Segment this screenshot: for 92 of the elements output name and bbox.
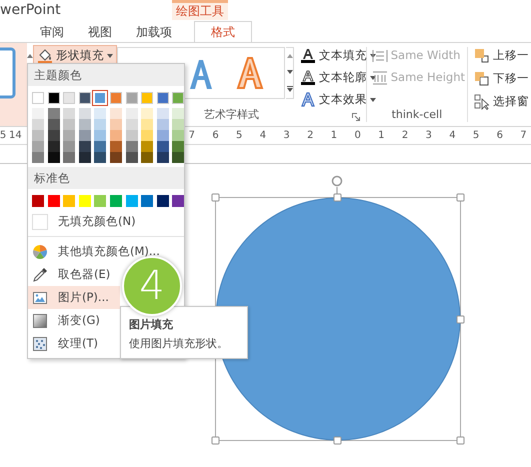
ruler-number: 3 <box>424 129 433 143</box>
dropdown-arrow-icon <box>370 76 376 80</box>
scroll-up-icon[interactable] <box>27 53 33 58</box>
ruler-number: 1 <box>330 129 338 143</box>
color-swatch[interactable] <box>156 195 169 207</box>
resize-handle[interactable] <box>456 436 464 444</box>
shade-swatch-column[interactable] <box>63 108 76 163</box>
dialog-launcher-icon[interactable] <box>352 113 360 121</box>
menu-item[interactable]: 渐变(G) <box>28 309 120 332</box>
group-label: think-cell <box>390 106 444 122</box>
ruler-number: 2 <box>400 129 410 143</box>
menu-section-header: 标准色 <box>28 167 184 189</box>
ribbon-tab[interactable]: 审阅 <box>28 21 76 42</box>
picture-icon <box>32 290 48 306</box>
text-command-button[interactable]: 文本填充 <box>298 46 378 65</box>
arrange-command-button[interactable]: 下移一 <box>472 69 531 88</box>
eyedropper-icon <box>32 266 48 282</box>
ruler-number: 4 <box>258 129 268 143</box>
texture-icon <box>32 336 48 352</box>
shade-swatch-column[interactable] <box>32 108 44 163</box>
menu-section-header: 主题颜色 <box>28 64 184 86</box>
text-outline-icon <box>300 70 316 86</box>
resize-handle[interactable] <box>212 436 220 444</box>
tooltip-text: 使用图片填充形状。 <box>129 337 229 351</box>
selected-circle-shape[interactable] <box>215 197 461 441</box>
menu-item[interactable]: 图片(P)... <box>28 286 120 309</box>
empty-square-icon <box>32 214 48 230</box>
dropdown-arrow-icon <box>107 54 113 58</box>
same-height-icon <box>372 70 388 84</box>
no-fill-menu-item[interactable]: 无填充颜色(N) <box>28 210 140 233</box>
ruler-number: 5 <box>472 129 480 143</box>
ruler-number: 3 <box>282 129 291 143</box>
color-swatch[interactable] <box>172 195 184 207</box>
resize-handle[interactable] <box>456 194 464 202</box>
shade-swatch-column[interactable] <box>141 108 154 163</box>
text-command-button[interactable]: 文本轮廓 <box>298 68 378 87</box>
ruler-number: 6 <box>496 129 504 143</box>
shade-swatch-column[interactable] <box>94 108 106 163</box>
color-swatch[interactable] <box>126 195 138 207</box>
ruler-number: 5 <box>235 129 244 143</box>
text-fill-icon <box>300 48 316 64</box>
shape-style-thumbnail[interactable] <box>0 43 27 126</box>
color-swatch[interactable] <box>48 195 60 207</box>
window-title: werPoint <box>0 2 61 18</box>
shade-swatch-column[interactable] <box>78 108 91 163</box>
ruler-number: 0 <box>353 129 362 143</box>
wordart-outline-icon[interactable] <box>236 56 264 90</box>
ruler-number: 7 <box>188 129 196 143</box>
menu-item[interactable]: 纹理(T) <box>28 332 120 355</box>
tooltip-title: 图片填充 <box>129 318 174 332</box>
color-swatch[interactable] <box>94 195 106 207</box>
same-width-icon <box>372 48 388 62</box>
color-swatch[interactable] <box>141 195 154 207</box>
resize-handle[interactable] <box>456 316 464 324</box>
arrange-command-button[interactable]: 上移一 <box>472 46 531 65</box>
ribbon-tab[interactable]: 加载项 <box>124 21 184 42</box>
resize-handle[interactable] <box>334 194 342 202</box>
wordart-style-icon[interactable] <box>188 58 214 90</box>
shade-swatch-column[interactable] <box>110 108 122 163</box>
menu-item[interactable]: 取色器(E) <box>28 263 120 286</box>
arrange-forward-icon <box>474 48 490 64</box>
color-swatch[interactable] <box>110 195 122 207</box>
ruler-number: 2 <box>306 129 314 143</box>
gradient-icon <box>32 312 48 328</box>
shade-swatch-column[interactable] <box>156 108 169 163</box>
ruler-number: 5 <box>0 129 8 143</box>
ruler-number: 14 <box>9 129 21 143</box>
shade-swatch-column[interactable] <box>126 108 138 163</box>
arrange-backward-icon <box>474 70 490 86</box>
ruler-number: 6 <box>211 129 220 143</box>
text-effect-icon <box>300 92 316 108</box>
scroll-down-icon[interactable] <box>286 70 292 74</box>
resize-handle[interactable] <box>334 436 342 444</box>
ribbon-tab[interactable]: 视图 <box>76 21 124 42</box>
ruler-number: 4 <box>448 129 457 143</box>
context-tab-label: 绘图工具 <box>172 0 228 20</box>
arrange-pane-icon <box>474 94 490 110</box>
shade-swatch-column[interactable] <box>48 108 60 163</box>
group-label: 艺术字样式 <box>202 106 260 122</box>
arrange-command-button[interactable]: 选择窗 <box>472 92 531 111</box>
scroll-up-icon[interactable] <box>286 54 292 58</box>
more-icon[interactable] <box>286 86 292 92</box>
ribbon-tab[interactable]: 格式 <box>194 21 252 42</box>
dropdown-arrow-icon <box>370 98 376 102</box>
color-wheel-icon <box>32 244 48 260</box>
ruler-number: 1 <box>377 129 386 143</box>
text-command-button[interactable]: 文本效果 <box>298 90 378 109</box>
color-swatch[interactable] <box>32 195 44 207</box>
dropdown-arrow-icon <box>370 54 376 58</box>
shade-swatch-column[interactable] <box>172 108 184 163</box>
ruler-number: 7 <box>519 129 528 143</box>
resize-handle[interactable] <box>212 194 220 202</box>
